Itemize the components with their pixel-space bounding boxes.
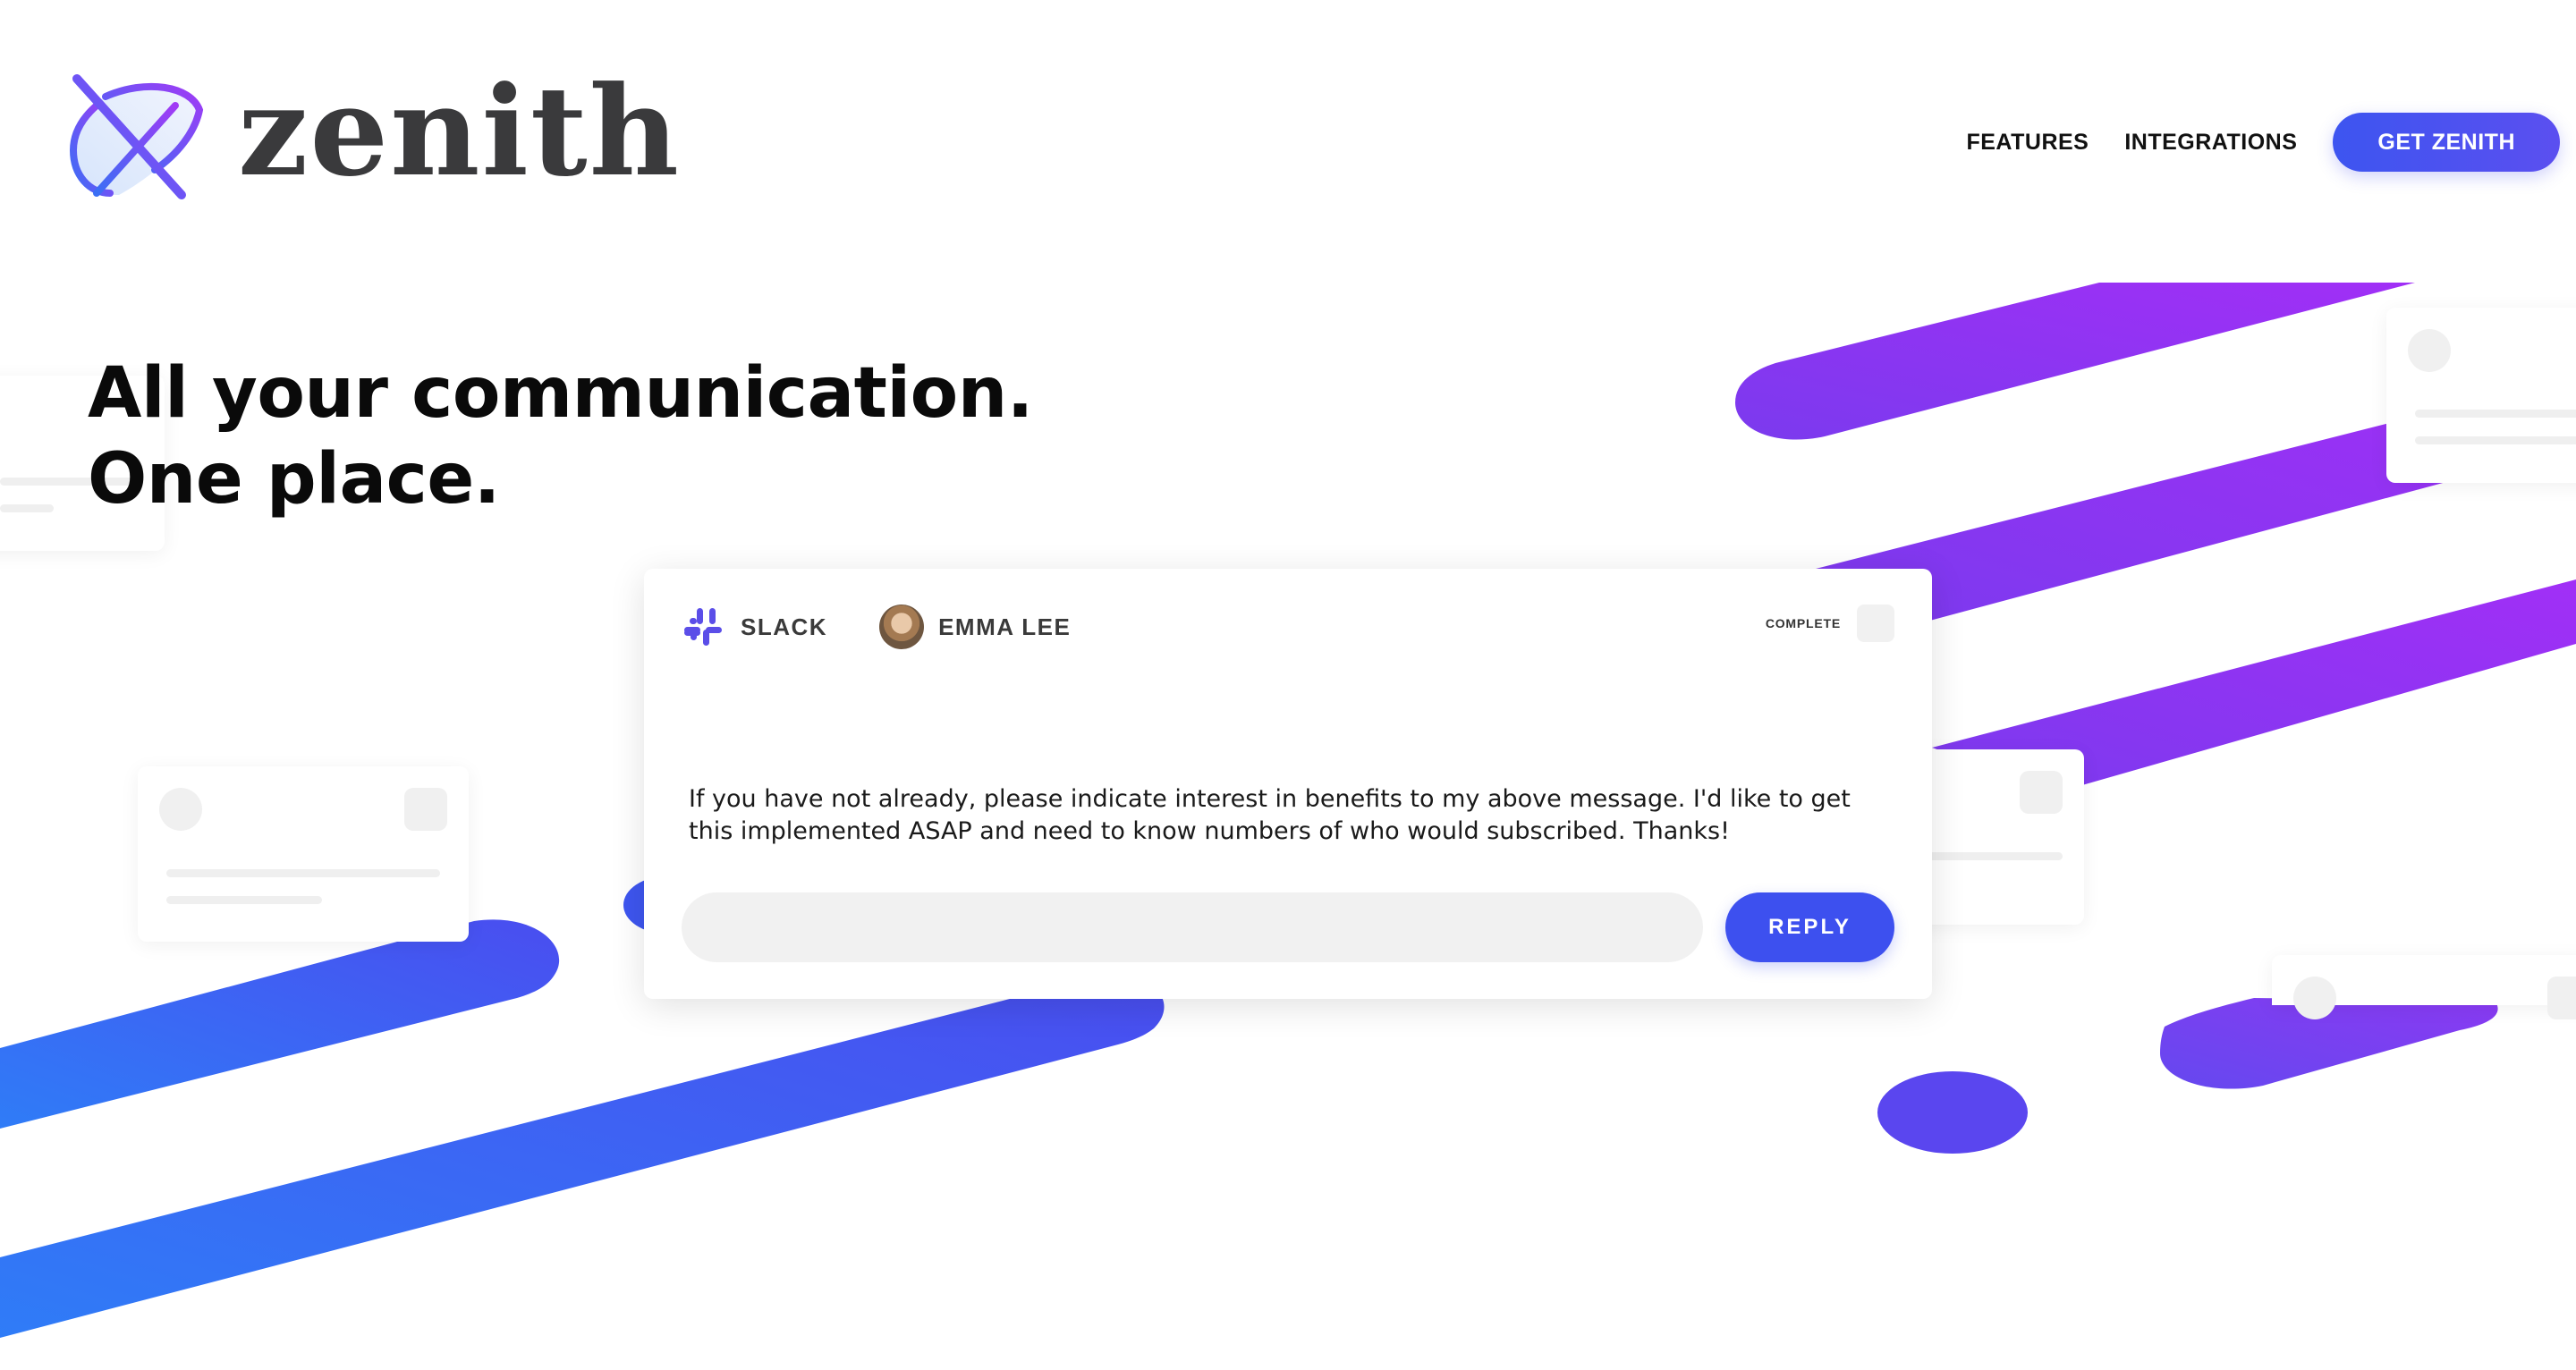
placeholder-line [2415,410,2576,418]
reply-input[interactable] [682,892,1703,962]
source-label: SLACK [741,613,828,640]
message-card: SLACK EMMA LEE COMPLETE If you have not … [644,569,1932,999]
complete-checkbox[interactable] [1857,605,1894,642]
placeholder-checkbox [2547,977,2576,1019]
message-body: If you have not already, please indicate… [689,785,1851,845]
placeholder-checkbox [2020,771,2063,814]
placeholder-checkbox [404,788,447,831]
placeholder-line [2415,436,2576,444]
placeholder-line [0,504,54,512]
avatar [879,605,925,649]
placeholder-avatar [2408,329,2451,372]
sender-name: EMMA LEE [938,613,1072,640]
slack-icon [684,608,722,646]
placeholder-avatar [2293,977,2336,1019]
reply-button[interactable]: REPLY [1725,892,1894,962]
ghost-card [2386,308,2576,483]
hero-title: All your communication. One place. [88,353,1033,520]
placeholder-line [166,869,440,877]
placeholder-line [166,896,322,904]
stripe-shape [1735,283,2415,440]
brand-name: zenith [238,58,681,204]
ghost-card [138,766,469,942]
landing-page: zenith FEATURES INTEGRATIONS GET ZENITH … [0,0,2576,1370]
top-nav: FEATURES INTEGRATIONS GET ZENITH [1966,113,2560,172]
nav-link-integrations[interactable]: INTEGRATIONS [2124,130,2297,156]
zenith-logo-icon [70,74,204,199]
complete-toggle: COMPLETE [1766,605,1894,642]
stripe-shape [0,919,560,1129]
complete-label: COMPLETE [1765,616,1841,630]
ghost-card [2272,955,2576,1019]
placeholder-avatar [159,788,202,831]
get-zenith-button[interactable]: GET ZENITH [2333,113,2560,172]
nav-link-features[interactable]: FEATURES [1966,130,2089,156]
blob-shape [1877,1071,2028,1154]
message-card-header: SLACK EMMA LEE [682,605,1071,649]
brand-logo[interactable]: zenith [70,70,681,204]
